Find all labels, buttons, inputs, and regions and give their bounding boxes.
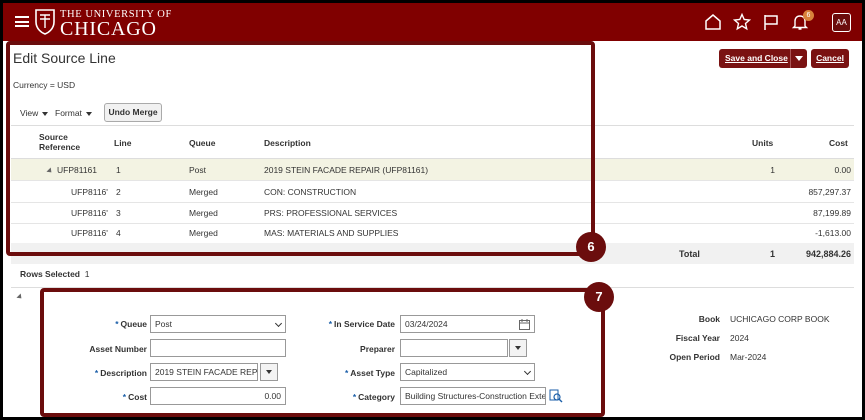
cancel-button[interactable]: Cancel <box>811 49 849 68</box>
row-cost: 857,297.37 <box>808 187 851 197</box>
top-navigation-bar: THE UNIVERSITY OF CHICAGO 6 AA <box>3 3 862 41</box>
open-period-label: Open Period <box>669 352 720 362</box>
university-shield-icon <box>35 9 55 35</box>
callout-box-7 <box>40 288 605 417</box>
callout-box-6 <box>6 41 595 256</box>
column-header-cost[interactable]: Cost <box>829 138 848 148</box>
row-cost: 87,199.89 <box>813 208 851 218</box>
rows-selected: Rows Selected 1 <box>20 269 89 279</box>
logo-main-text[interactable]: CHICAGO <box>60 19 157 39</box>
star-icon[interactable] <box>733 13 751 31</box>
row-cost: 0.00 <box>834 165 851 175</box>
save-and-close-button[interactable]: Save and Close <box>719 49 807 68</box>
flag-icon[interactable] <box>762 13 780 31</box>
row-units: 1 <box>770 165 775 175</box>
notification-badge: 6 <box>803 10 814 21</box>
book-value: UCHICAGO CORP BOOK <box>730 314 830 324</box>
total-label: Total <box>679 249 700 259</box>
save-and-close-label: Save and Close <box>725 53 788 63</box>
fiscal-year-value: 2024 <box>730 333 749 343</box>
column-header-units[interactable]: Units <box>752 138 773 148</box>
open-period-value: Mar-2024 <box>730 352 767 362</box>
collapse-section-icon[interactable] <box>16 293 24 301</box>
book-label: Book <box>698 314 720 324</box>
user-avatar[interactable]: AA <box>832 13 851 32</box>
callout-number-7: 7 <box>584 282 614 312</box>
save-options-chevron-icon[interactable] <box>795 56 803 61</box>
rows-selected-label: Rows Selected <box>20 269 80 279</box>
fiscal-year-label: Fiscal Year <box>675 333 720 343</box>
home-icon[interactable] <box>704 13 722 31</box>
total-units: 1 <box>769 249 775 259</box>
row-cost: -1,613.00 <box>815 228 851 238</box>
menu-icon[interactable] <box>15 16 29 27</box>
rows-selected-count: 1 <box>84 269 90 279</box>
app-window: THE UNIVERSITY OF CHICAGO 6 AA Edit Sour… <box>3 3 862 417</box>
callout-number-6: 6 <box>576 232 606 262</box>
total-cost: 942,884.26 <box>805 249 851 259</box>
